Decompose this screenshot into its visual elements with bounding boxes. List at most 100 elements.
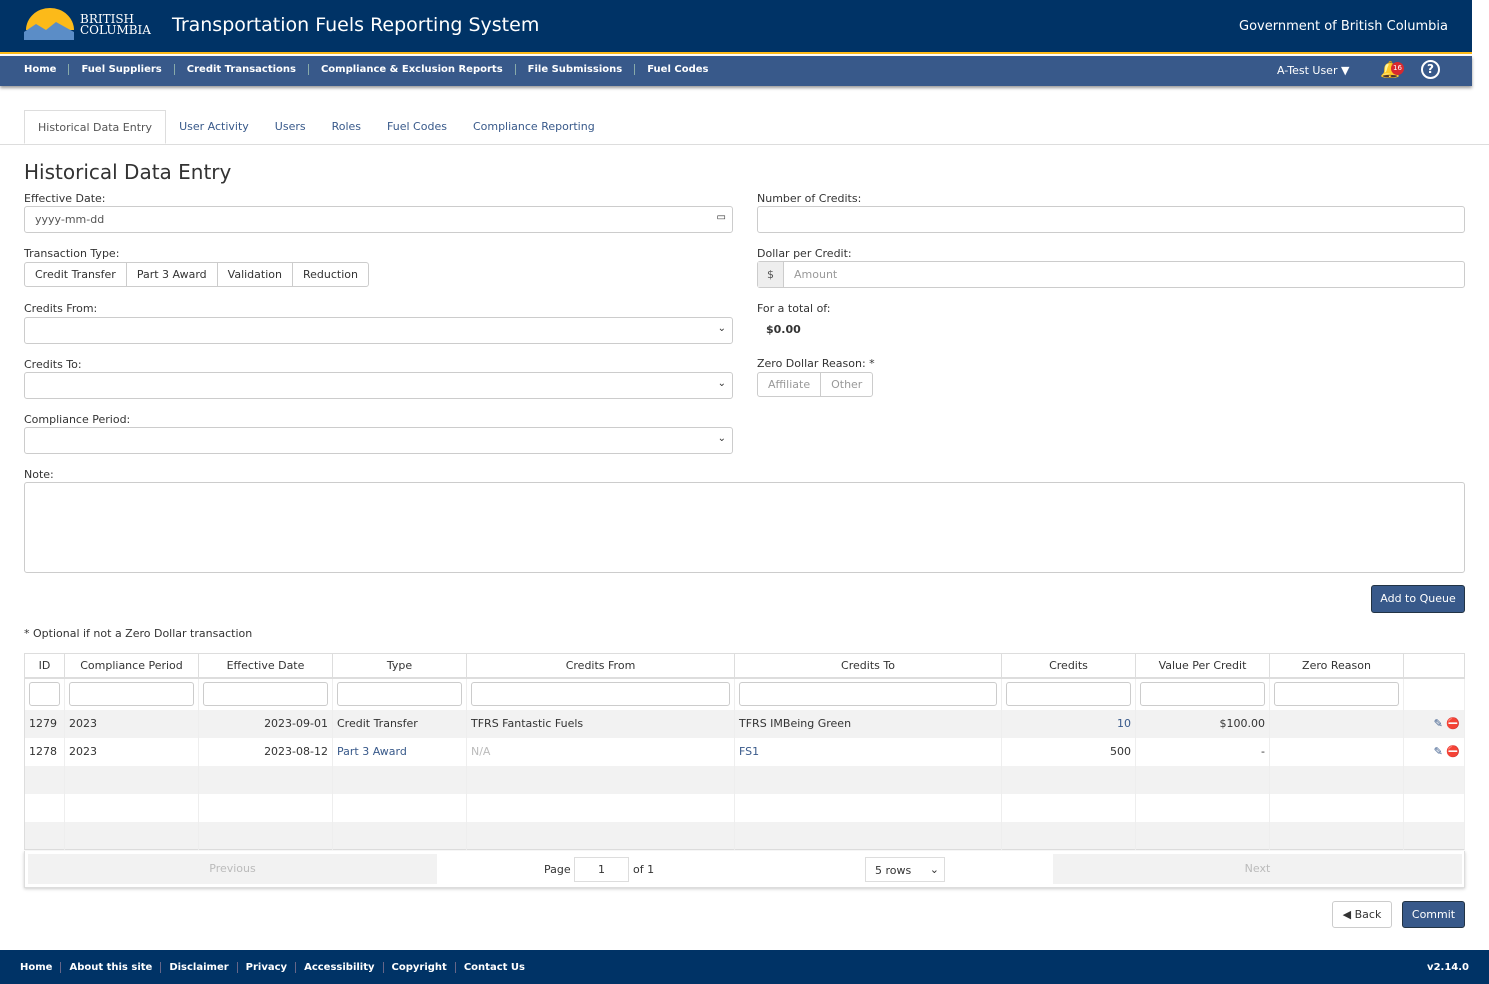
nav-fuel-suppliers[interactable]: Fuel Suppliers — [69, 64, 175, 75]
footer-disclaimer[interactable]: Disclaimer — [161, 962, 238, 973]
num-credits-input[interactable] — [757, 206, 1465, 233]
tab-compliance-reporting[interactable]: Compliance Reporting — [460, 110, 608, 144]
filter-input[interactable] — [29, 682, 60, 706]
queue-table: ID Compliance Period Effective Date Type… — [24, 653, 1465, 850]
cell-value: - — [1135, 737, 1270, 766]
tab-roles[interactable]: Roles — [319, 110, 374, 144]
filter-input[interactable] — [739, 682, 997, 706]
cell-zero-reason — [1269, 737, 1404, 766]
zero-reason-label: Zero Dollar Reason: * — [757, 357, 875, 370]
tab-historical-data-entry[interactable]: Historical Data Entry — [24, 110, 167, 144]
user-menu[interactable]: A-Test User ▼ — [1277, 64, 1349, 77]
filter-input[interactable] — [1140, 682, 1265, 706]
dollar-label: Dollar per Credit: — [757, 247, 852, 260]
nav-home[interactable]: Home — [12, 64, 70, 75]
chevron-down-icon: ⌄ — [717, 433, 726, 444]
delete-icon[interactable]: ⛔ — [1446, 745, 1460, 758]
cell-from: N/A — [466, 737, 735, 766]
filter-row — [24, 677, 1465, 710]
empty-row — [24, 821, 1465, 850]
chevron-down-icon: ⌄ — [717, 378, 726, 389]
cell-date: 2023-08-12 — [198, 737, 333, 766]
credits-to-select[interactable]: ⌄ — [24, 372, 733, 399]
footer-about[interactable]: About this site — [61, 962, 162, 973]
footer-copyright[interactable]: Copyright — [384, 962, 456, 973]
tab-fuel-codes[interactable]: Fuel Codes — [374, 110, 460, 144]
col-actions — [1403, 653, 1465, 679]
page-total: of 1 — [633, 863, 655, 876]
col-value-per-credit[interactable]: Value Per Credit — [1135, 653, 1270, 679]
back-button[interactable]: ◀ Back — [1332, 901, 1392, 928]
footer-privacy[interactable]: Privacy — [238, 962, 297, 973]
tab-users[interactable]: Users — [262, 110, 319, 144]
col-credits[interactable]: Credits — [1001, 653, 1136, 679]
next-button[interactable]: Next — [1053, 854, 1462, 884]
chevron-down-icon: ⌄ — [717, 323, 726, 334]
footer-contact[interactable]: Contact Us — [456, 962, 533, 973]
type-part3-award[interactable]: Part 3 Award — [127, 263, 218, 286]
filter-input[interactable] — [203, 682, 328, 706]
footer: Home About this site Disclaimer Privacy … — [0, 950, 1489, 984]
note-label: Note: — [24, 468, 54, 481]
filter-input[interactable] — [1006, 682, 1131, 706]
help-icon[interactable]: ? — [1421, 60, 1440, 79]
header: BRITISH COLUMBIA Transportation Fuels Rep… — [0, 0, 1472, 54]
dollar-input[interactable]: $ Amount — [757, 261, 1465, 288]
admin-tabs: Historical Data Entry User Activity User… — [0, 110, 1489, 145]
delete-icon[interactable]: ⛔ — [1446, 717, 1460, 730]
edit-icon[interactable]: ✎ — [1434, 717, 1443, 730]
cell-id: 1279 — [24, 709, 65, 738]
reason-affiliate[interactable]: Affiliate — [758, 373, 822, 396]
total-label: For a total of: — [757, 302, 831, 315]
compliance-period-select[interactable]: ⌄ — [24, 427, 733, 454]
filter-input[interactable] — [337, 682, 462, 706]
type-credit-transfer[interactable]: Credit Transfer — [25, 263, 127, 286]
tab-user-activity[interactable]: User Activity — [166, 110, 262, 144]
dollar-prefix: $ — [758, 262, 784, 287]
rows-select[interactable]: 5 rows ⌄ — [865, 857, 945, 882]
effective-date-input[interactable]: yyyy-mm-dd ▭ — [24, 206, 733, 233]
col-type[interactable]: Type — [332, 653, 467, 679]
footer-home[interactable]: Home — [12, 962, 62, 973]
cell-period: 2023 — [64, 737, 199, 766]
commit-button[interactable]: Commit — [1402, 901, 1465, 928]
pagination: Previous Page 1 of 1 5 rows ⌄ Next — [24, 851, 1465, 888]
col-effective-date[interactable]: Effective Date — [198, 653, 333, 679]
type-validation[interactable]: Validation — [218, 263, 293, 286]
rows-value: 5 rows — [875, 864, 912, 877]
col-credits-from[interactable]: Credits From — [466, 653, 735, 679]
nav-fuel-codes[interactable]: Fuel Codes — [635, 64, 720, 75]
zero-reason-group: Affiliate Other — [757, 372, 874, 397]
filter-input[interactable] — [1274, 682, 1399, 706]
col-zero-reason[interactable]: Zero Reason — [1269, 653, 1404, 679]
previous-button[interactable]: Previous — [28, 854, 437, 884]
transaction-type-group: Credit Transfer Part 3 Award Validation … — [24, 262, 369, 287]
col-id[interactable]: ID — [24, 653, 65, 679]
cell-value: $100.00 — [1135, 709, 1270, 738]
nav-file-submissions[interactable]: File Submissions — [516, 64, 636, 75]
nav-credit-transactions[interactable]: Credit Transactions — [175, 64, 309, 75]
transaction-type-label: Transaction Type: — [24, 247, 120, 260]
reason-other[interactable]: Other — [821, 373, 872, 396]
edit-icon[interactable]: ✎ — [1434, 745, 1443, 758]
type-reduction[interactable]: Reduction — [293, 263, 368, 286]
credits-from-select[interactable]: ⌄ — [24, 317, 733, 344]
table-row: 1279 2023 2023-09-01 Credit Transfer TFR… — [24, 709, 1465, 738]
effective-date-label: Effective Date: — [24, 192, 106, 205]
cell-credits: 10 — [1001, 709, 1136, 738]
calendar-icon[interactable]: ▭ — [717, 212, 726, 223]
num-credits-label: Number of Credits: — [757, 192, 862, 205]
add-to-queue-button[interactable]: Add to Queue — [1371, 585, 1465, 613]
cell-from: TFRS Fantastic Fuels — [466, 709, 735, 738]
empty-row — [24, 793, 1465, 822]
filter-input[interactable] — [471, 682, 730, 706]
total-value: $0.00 — [766, 323, 801, 336]
col-compliance-period[interactable]: Compliance Period — [64, 653, 199, 679]
nav-compliance-reports[interactable]: Compliance & Exclusion Reports — [309, 64, 516, 75]
page-input[interactable]: 1 — [574, 857, 629, 882]
gov-label: Government of British Columbia — [1239, 19, 1448, 34]
footer-accessibility[interactable]: Accessibility — [296, 962, 384, 973]
col-credits-to[interactable]: Credits To — [734, 653, 1002, 679]
filter-input[interactable] — [69, 682, 194, 706]
note-textarea[interactable] — [24, 482, 1465, 573]
